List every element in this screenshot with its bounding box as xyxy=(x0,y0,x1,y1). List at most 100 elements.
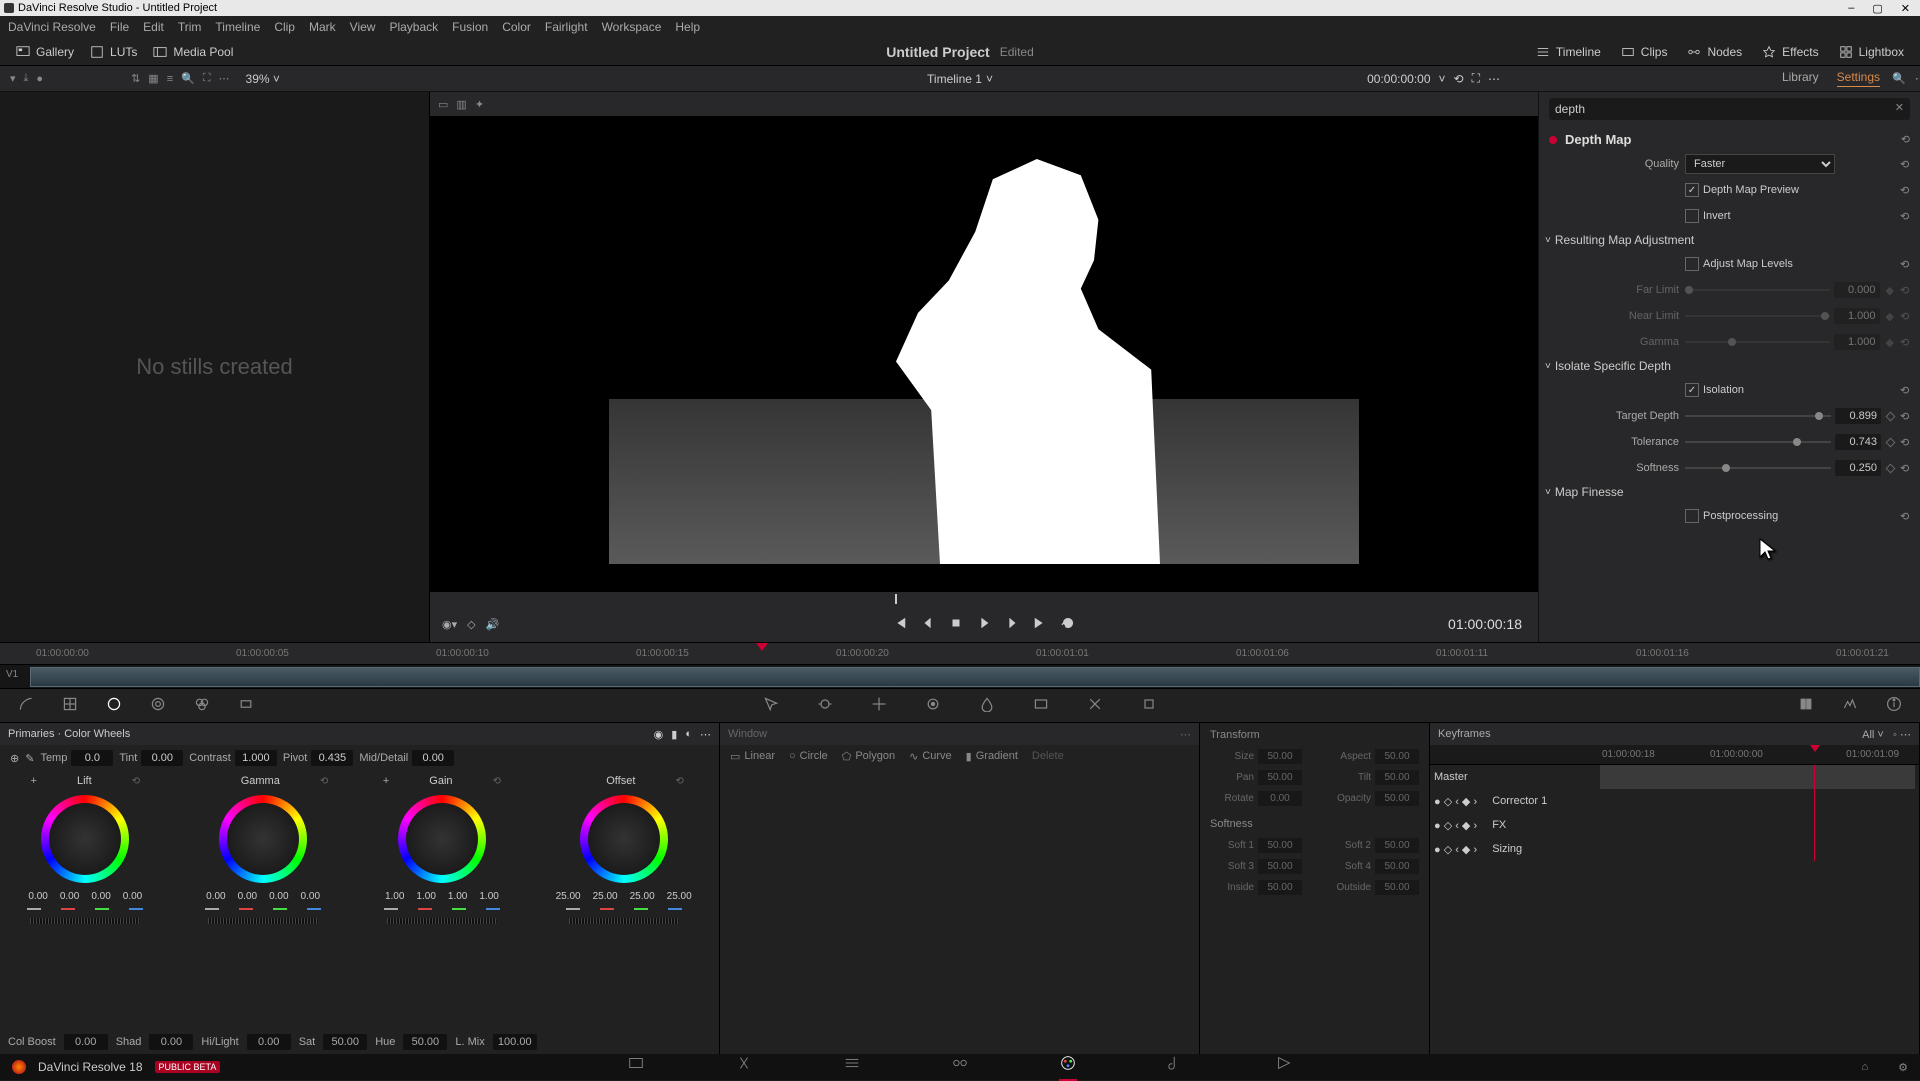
menu-help[interactable]: Help xyxy=(675,20,700,34)
section-isolate-depth[interactable]: ˅Isolate Specific Depth xyxy=(1539,355,1920,377)
gallery-button[interactable]: Gallery xyxy=(8,42,82,62)
lift-wheel[interactable] xyxy=(41,795,129,883)
menu-mark[interactable]: Mark xyxy=(309,20,336,34)
magic-mask-icon[interactable] xyxy=(925,696,941,715)
pivot-value[interactable]: 0.435 xyxy=(311,750,353,766)
lmix-value[interactable]: 100.00 xyxy=(493,1034,537,1050)
menu-edit[interactable]: Edit xyxy=(143,20,164,34)
unmix-icon[interactable]: ◇ xyxy=(467,618,475,631)
fit-icon[interactable]: ⛶ xyxy=(203,72,211,85)
gain-reset-icon[interactable]: ⟲ xyxy=(493,776,501,787)
page-cut-icon[interactable] xyxy=(735,1054,753,1081)
magnifier-icon[interactable]: 🔍 xyxy=(181,72,195,85)
timeline-button[interactable]: Timeline xyxy=(1528,42,1609,62)
primaries-mode-wheels-icon[interactable]: ◉ xyxy=(654,728,664,741)
shape-delete[interactable]: Delete xyxy=(1032,750,1064,762)
gamma-wheel[interactable] xyxy=(219,795,307,883)
kf-row-master[interactable]: Master xyxy=(1434,771,1468,783)
section-map-finesse[interactable]: ˅Map Finesse xyxy=(1539,481,1920,503)
luts-button[interactable]: LUTs xyxy=(82,42,145,62)
page-color-icon[interactable] xyxy=(1059,1054,1077,1081)
list-icon[interactable]: ≡ xyxy=(167,73,173,85)
video-clip[interactable] xyxy=(30,667,1920,687)
softness-value[interactable]: 0.250 xyxy=(1835,460,1881,476)
isolation-checkbox[interactable] xyxy=(1685,383,1699,397)
preview-reset-icon[interactable]: ⟲ xyxy=(1900,184,1912,197)
menu-view[interactable]: View xyxy=(350,20,376,34)
shape-polygon[interactable]: ⬠Polygon xyxy=(842,750,895,763)
offset-master-slider[interactable] xyxy=(569,918,679,924)
window-close[interactable]: ✕ xyxy=(1901,2,1910,15)
near-limit-slider[interactable] xyxy=(1685,315,1830,317)
tolerance-value[interactable]: 0.743 xyxy=(1835,434,1881,450)
target-depth-slider[interactable] xyxy=(1685,415,1831,417)
mute-icon[interactable]: 🔊 xyxy=(486,618,500,631)
soft1-value[interactable]: 50.00 xyxy=(1258,838,1302,853)
inside-value[interactable]: 50.00 xyxy=(1258,880,1302,895)
tab-settings[interactable]: Settings xyxy=(1837,70,1880,87)
tolerance-reset-icon[interactable]: ⟲ xyxy=(1900,436,1912,449)
dolby-icon[interactable] xyxy=(1798,696,1814,715)
shape-circle[interactable]: ○Circle xyxy=(789,750,828,762)
soft3-value[interactable]: 50.00 xyxy=(1258,859,1302,874)
kf-row-sizing[interactable]: Sizing xyxy=(1492,843,1522,855)
pan-value[interactable]: 50.00 xyxy=(1258,770,1302,785)
tab-library[interactable]: Library xyxy=(1782,70,1819,87)
softness-keyframe-icon[interactable] xyxy=(1886,463,1896,473)
gain-picker-icon[interactable]: + xyxy=(383,775,389,787)
softness-reset-icon[interactable]: ⟲ xyxy=(1900,462,1912,475)
expand-icon[interactable]: ⛶ xyxy=(1472,71,1480,86)
fx-reset-icon[interactable]: ⟲ xyxy=(1901,133,1910,146)
info-icon[interactable] xyxy=(1886,696,1902,715)
lightbox-button[interactable]: Lightbox xyxy=(1831,42,1912,62)
primaries-palette-icon[interactable] xyxy=(106,696,122,715)
timeline-ruler[interactable]: 01:00:00:00 01:00:00:05 01:00:00:10 01:0… xyxy=(0,642,1920,664)
window-minimize[interactable]: – xyxy=(1848,2,1854,15)
sizing-icon[interactable] xyxy=(1087,696,1103,715)
lift-master-slider[interactable] xyxy=(30,918,140,924)
play-button[interactable] xyxy=(977,616,991,633)
temp-value[interactable]: 0.0 xyxy=(71,750,113,766)
menu-davinci[interactable]: DaVinci Resolve xyxy=(8,20,96,34)
page-media-icon[interactable] xyxy=(627,1054,645,1081)
prev-frame-button[interactable] xyxy=(921,616,935,633)
opacity-value[interactable]: 50.00 xyxy=(1375,791,1419,806)
menu-color[interactable]: Color xyxy=(502,20,531,34)
keyframes-all-dropdown[interactable]: All xyxy=(1862,729,1874,741)
lift-reset-icon[interactable]: ⟲ xyxy=(132,776,140,787)
nodes-button[interactable]: Nodes xyxy=(1679,42,1750,62)
offset-wheel[interactable] xyxy=(580,795,668,883)
playhead-icon[interactable] xyxy=(756,643,768,651)
viewer-canvas[interactable] xyxy=(430,116,1538,592)
record-icon[interactable]: ● xyxy=(36,73,43,85)
viewer-scrubber[interactable] xyxy=(430,592,1538,606)
outside-value[interactable]: 50.00 xyxy=(1375,880,1419,895)
thumbnails-icon[interactable]: ▦ xyxy=(148,72,158,85)
stop-button[interactable] xyxy=(949,616,963,633)
shape-gradient[interactable]: ▮Gradient xyxy=(966,750,1018,763)
viewer-timecode[interactable]: 01:00:00:18 xyxy=(1448,616,1522,632)
tolerance-slider[interactable] xyxy=(1685,441,1831,443)
scopes-icon[interactable] xyxy=(1842,696,1858,715)
primaries-mode-bars-icon[interactable]: ▮ xyxy=(671,728,677,741)
rgb-mixer-icon[interactable] xyxy=(194,696,210,715)
rotate-value[interactable]: 0.00 xyxy=(1258,791,1302,806)
primaries-mode-log-icon[interactable]: ◐ xyxy=(685,728,692,741)
grab-still-icon[interactable]: ⤓ xyxy=(24,72,29,85)
aspect-value[interactable]: 50.00 xyxy=(1375,749,1419,764)
dropdown-1-icon[interactable]: ▾ xyxy=(10,72,16,85)
invert-reset-icon[interactable]: ⟲ xyxy=(1900,210,1912,223)
source-timecode[interactable]: 00:00:00:00 xyxy=(1367,72,1430,86)
curves-palette-icon[interactable] xyxy=(18,696,34,715)
shape-curve[interactable]: ∿Curve xyxy=(909,750,952,763)
next-frame-button[interactable] xyxy=(1005,616,1019,633)
clear-search-button[interactable]: ✕ xyxy=(1895,101,1904,114)
page-fairlight-icon[interactable] xyxy=(1167,1054,1185,1081)
menu-timeline[interactable]: Timeline xyxy=(215,20,260,34)
panel-more-icon[interactable]: ⋯ xyxy=(1915,72,1920,85)
window-more-icon[interactable]: ⋯ xyxy=(1180,728,1191,741)
contrast-value[interactable]: 1.000 xyxy=(235,750,277,766)
tilt-value[interactable]: 50.00 xyxy=(1375,770,1419,785)
keyframes-ruler[interactable]: 01:00:00:18 01:00:00:00 01:00:01:09 xyxy=(1430,745,1919,765)
loop-button[interactable] xyxy=(1061,616,1075,633)
